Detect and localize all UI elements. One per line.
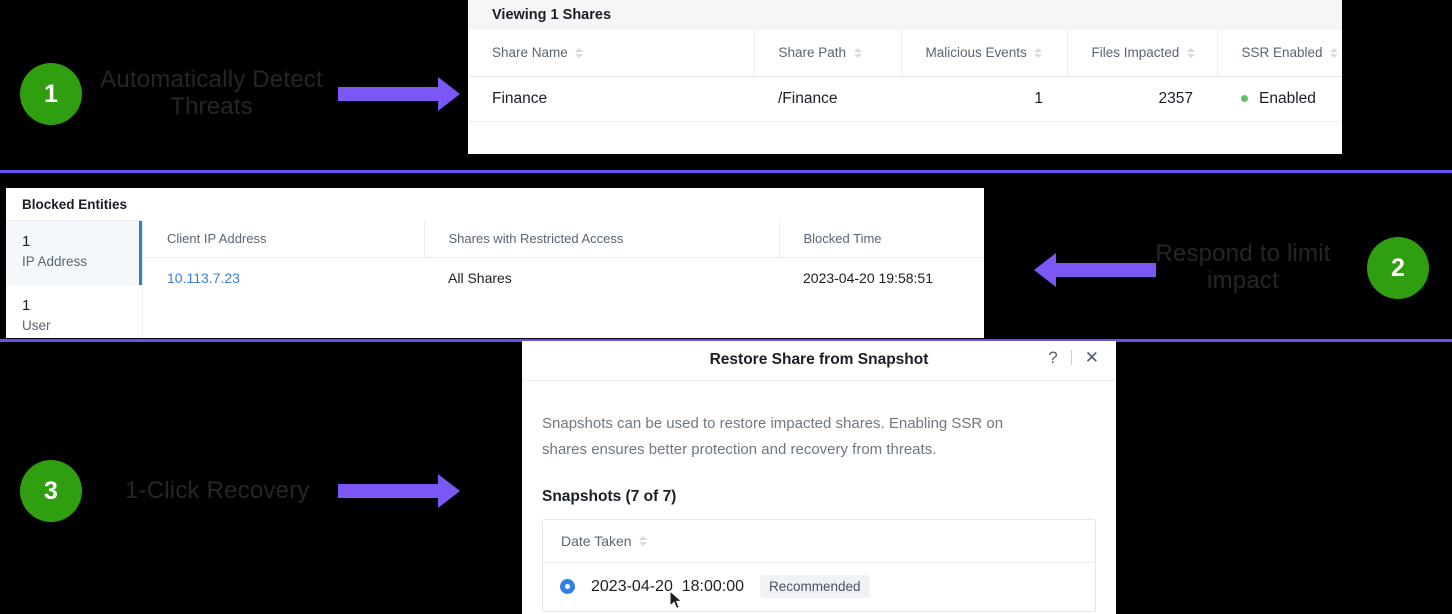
status-dot-icon: [1241, 95, 1248, 102]
cell-share-name: Finance: [468, 76, 754, 121]
cell-restricted-shares: All Shares: [424, 257, 779, 299]
arrow-right-icon-3: [338, 474, 460, 508]
status-badge: Enabled: [1259, 90, 1316, 107]
snapshots-subheading: Snapshots (7 of 7): [542, 488, 1096, 506]
snapshot-date: 2023-04-20: [591, 578, 673, 595]
header-separator: [1071, 350, 1072, 365]
column-header-restricted-shares[interactable]: Shares with Restricted Access: [424, 220, 779, 257]
blocked-entities-header: Blocked Entities: [6, 188, 984, 220]
snapshot-date-taken: 2023-04-20 18:00:00: [591, 578, 744, 596]
step-badge-1: 1: [20, 63, 82, 125]
table-row[interactable]: Finance /Finance 1 2357 Enabled: [468, 76, 1342, 121]
entity-type: User: [22, 318, 142, 333]
snapshot-radio-button[interactable]: [560, 579, 575, 594]
sort-icon[interactable]: [1330, 48, 1339, 58]
cell-share-path: /Finance: [754, 76, 901, 121]
step-number-1: 1: [44, 82, 58, 107]
recommended-badge: Recommended: [760, 575, 870, 598]
column-header-share-name[interactable]: Share Name: [468, 30, 754, 76]
slide-canvas: 1 Automatically Detect Threats Viewing 1…: [0, 0, 1452, 614]
step-badge-2: 2: [1367, 237, 1429, 299]
shares-table: Share Name Share Path Malicious Events: [468, 30, 1342, 122]
step-number-2: 2: [1391, 256, 1405, 281]
shares-panel: Viewing 1 Shares Share Name Share Path: [468, 0, 1342, 154]
entity-count: 1: [22, 232, 142, 252]
mouse-cursor-icon: [669, 590, 683, 610]
section-divider-1: [0, 170, 1452, 173]
cell-blocked-time: 2023-04-20 19:58:51: [779, 257, 984, 299]
cell-client-ip[interactable]: 10.113.7.23: [143, 257, 424, 299]
cell-malicious-events: 1: [901, 76, 1067, 121]
sort-icon[interactable]: [575, 48, 584, 58]
dialog-title: Restore Share from Snapshot: [522, 351, 1116, 369]
dialog-header: Restore Share from Snapshot ? ✕: [522, 341, 1116, 381]
entity-type: IP Address: [22, 254, 142, 269]
column-label: Share Name: [492, 45, 568, 60]
step-badge-3: 3: [20, 460, 82, 522]
step-label-2: Respond to limit impact: [1140, 241, 1346, 295]
sort-icon[interactable]: [1186, 48, 1195, 58]
dialog-description: Snapshots can be used to restore impacte…: [542, 411, 1047, 463]
column-label: Share Path: [779, 45, 847, 60]
cell-files-impacted: 2357: [1067, 76, 1217, 121]
close-icon[interactable]: ✕: [1085, 349, 1099, 366]
entity-count: 1: [22, 296, 142, 316]
column-header-date-taken[interactable]: Date Taken: [543, 520, 1095, 563]
shares-panel-header: Viewing 1 Shares: [468, 0, 1342, 30]
column-label: Malicious Events: [926, 45, 1027, 60]
cell-ssr-enabled: Enabled: [1217, 76, 1342, 121]
entity-type-list: 1 IP Address 1 User: [6, 220, 142, 338]
column-header-malicious-events[interactable]: Malicious Events: [901, 30, 1067, 76]
table-row[interactable]: 10.113.7.23 All Shares 2023-04-20 19:58:…: [143, 257, 984, 299]
blocked-entities-table: Client IP Address Shares with Restricted…: [143, 220, 984, 299]
list-item-ip-address[interactable]: 1 IP Address: [6, 221, 142, 285]
arrow-right-icon-1: [338, 77, 460, 111]
arrow-left-icon-2: [1034, 253, 1156, 287]
column-header-files-impacted[interactable]: Files Impacted: [1067, 30, 1217, 76]
column-header-ssr-enabled[interactable]: SSR Enabled: [1217, 30, 1342, 76]
sort-icon[interactable]: [639, 536, 648, 546]
column-header-blocked-time[interactable]: Blocked Time: [779, 220, 984, 257]
blocked-entities-panel: Blocked Entities 1 IP Address 1 User Cli…: [6, 188, 984, 338]
step-label-1: Automatically Detect Threats: [98, 67, 325, 121]
sort-icon[interactable]: [853, 48, 862, 58]
step-label-3: 1-Click Recovery: [125, 478, 345, 505]
shares-table-header-row: Share Name Share Path Malicious Events: [468, 30, 1342, 76]
column-label: Files Impacted: [1092, 45, 1180, 60]
column-header-share-path[interactable]: Share Path: [754, 30, 901, 76]
snapshot-time: 18:00:00: [682, 578, 744, 595]
restore-snapshot-dialog: Restore Share from Snapshot ? ✕ Snapshot…: [522, 341, 1116, 614]
sort-icon[interactable]: [1034, 48, 1043, 58]
step-number-3: 3: [44, 479, 58, 504]
column-label: SSR Enabled: [1242, 45, 1323, 60]
column-header-client-ip[interactable]: Client IP Address: [143, 220, 424, 257]
column-label: Date Taken: [561, 533, 632, 549]
help-icon[interactable]: ?: [1048, 349, 1057, 366]
snapshots-table: Date Taken 2023-04-20 18:00:00 Recommend…: [542, 519, 1096, 612]
table-row[interactable]: 2023-04-20 18:00:00 Recommended: [543, 563, 1095, 611]
blocked-table-header-row: Client IP Address Shares with Restricted…: [143, 220, 984, 257]
